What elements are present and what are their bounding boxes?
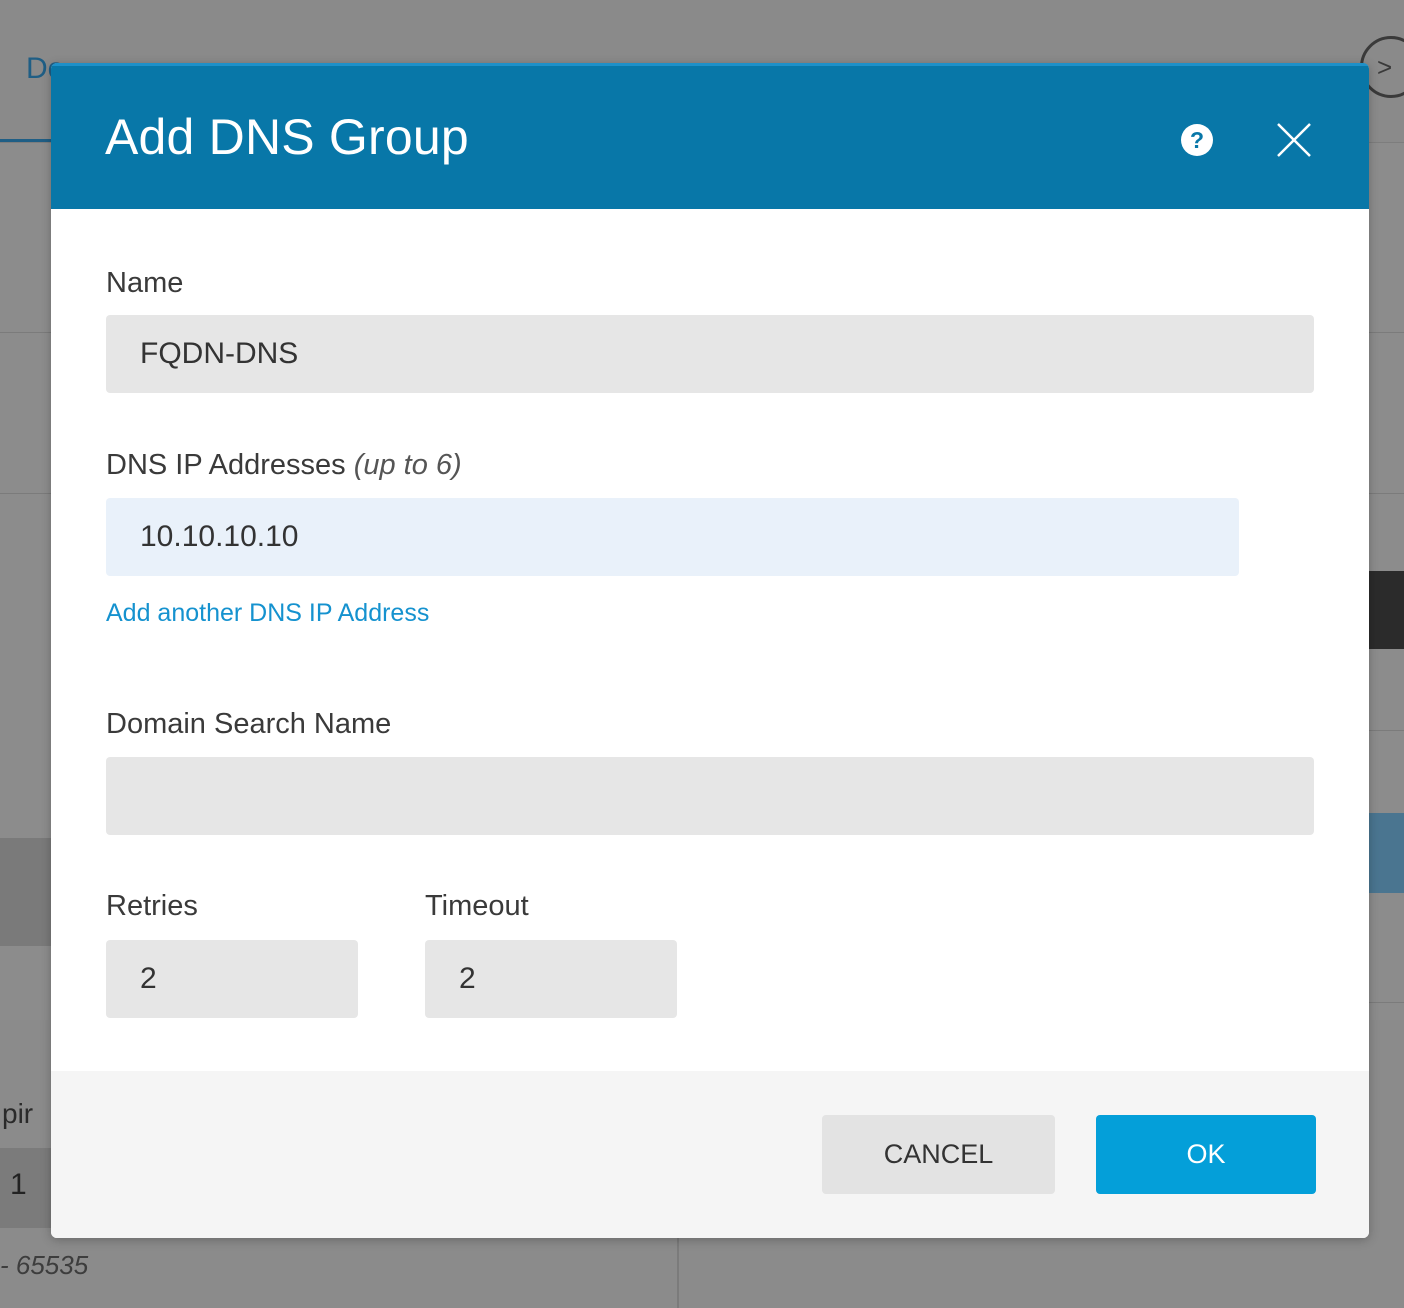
help-icon[interactable]: ?: [1181, 124, 1213, 156]
timeout-label: Timeout: [425, 890, 529, 922]
background-blue-button: [1366, 813, 1404, 893]
background-divider: [1366, 1002, 1404, 1003]
retries-label: Retries: [106, 890, 198, 922]
background-expiry-label: pir: [2, 1098, 34, 1129]
domain-search-label: Domain Search Name: [106, 708, 392, 740]
dns-ip-input[interactable]: [106, 498, 1239, 576]
retries-input[interactable]: [106, 940, 358, 1018]
dialog-title: Add DNS Group: [105, 109, 469, 165]
name-input[interactable]: [106, 315, 1314, 393]
dns-ip-label-text: DNS IP Addresses: [106, 449, 346, 481]
background-divider: [1366, 730, 1404, 731]
background-range-hint: - 65535: [0, 1250, 89, 1280]
ok-button[interactable]: OK: [1096, 1115, 1316, 1194]
background-grey-block: [0, 838, 52, 946]
dns-ip-label: DNS IP Addresses (up to 6): [106, 449, 462, 482]
timeout-input[interactable]: [425, 940, 677, 1018]
name-label: Name: [106, 267, 184, 299]
cancel-button[interactable]: CANCEL: [822, 1115, 1055, 1194]
close-icon[interactable]: [1276, 122, 1312, 158]
dialog-footer: CANCEL OK: [51, 1071, 1369, 1238]
dialog-header: Add DNS Group ?: [51, 63, 1369, 209]
domain-search-input[interactable]: [106, 757, 1314, 835]
background-field-value: 1: [10, 1168, 27, 1201]
background-lower-divider: [677, 1236, 679, 1308]
add-dns-ip-link[interactable]: Add another DNS IP Address: [106, 599, 429, 628]
background-dark-panel: [1366, 571, 1404, 649]
dns-ip-label-hint: (up to 6): [353, 449, 462, 481]
add-dns-group-dialog: Add DNS Group ? Name DNS IP Addresses (u…: [51, 63, 1369, 1238]
